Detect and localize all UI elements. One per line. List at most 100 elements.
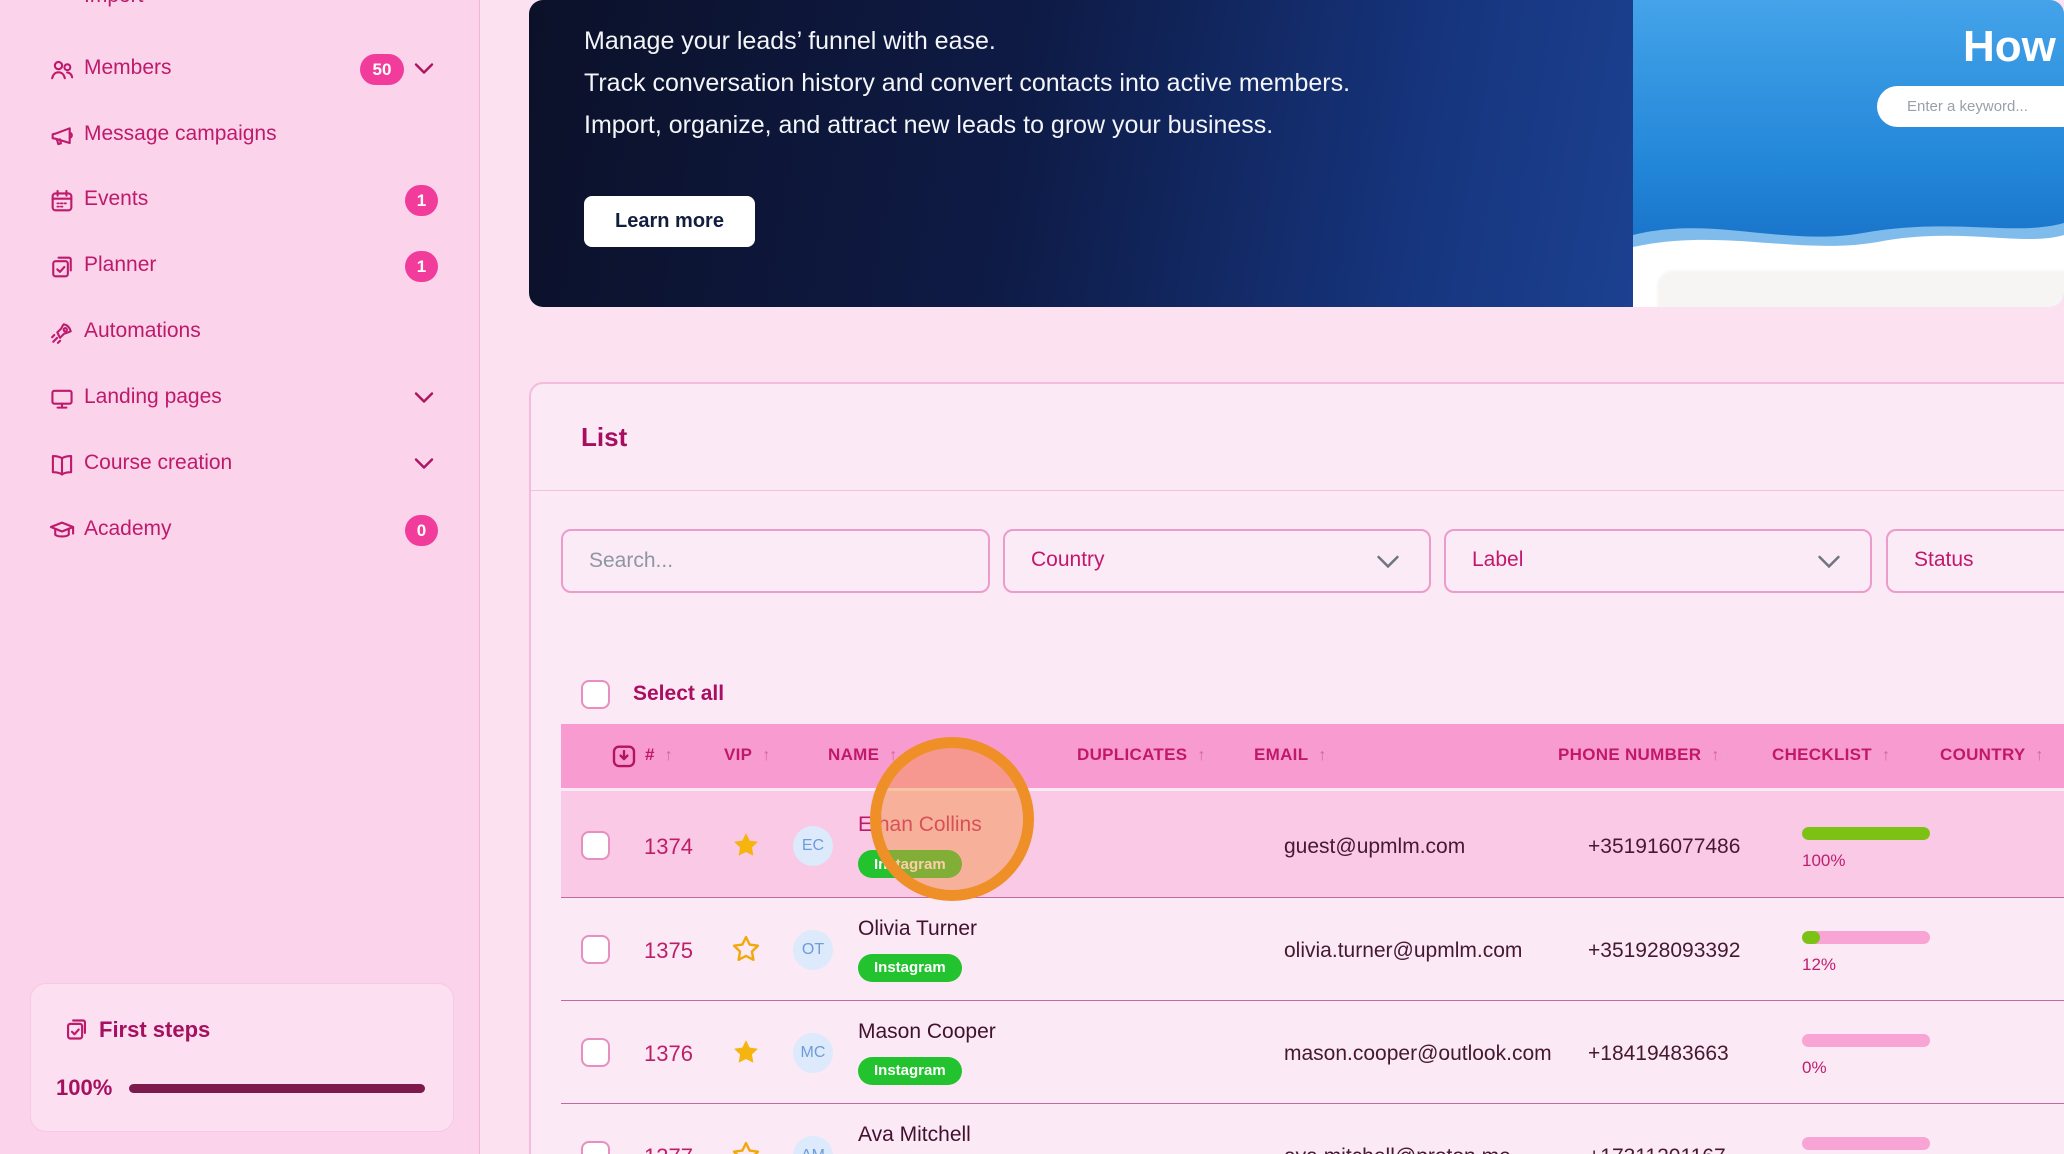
monitor-icon	[48, 385, 76, 413]
column-label: #	[645, 745, 655, 764]
contact-phone: +17311201167	[1588, 1145, 1726, 1154]
column-header-country[interactable]: COUNTRY ↑↓	[1940, 745, 2046, 765]
column-header-phone[interactable]: PHONE NUMBER ↑↓	[1558, 745, 1721, 765]
sidebar-item-course-creation[interactable]: Course creation	[0, 442, 479, 488]
checklist-progress-bar	[1802, 827, 1930, 840]
contact-phone: +351928093392	[1588, 939, 1740, 963]
checklist-progress-bar	[1802, 931, 1930, 944]
sidebar-item-members[interactable]: Members50	[0, 47, 479, 93]
column-header-vip[interactable]: VIP ↑↓	[724, 745, 772, 765]
sidebar-item-label: Events	[84, 187, 148, 211]
clipboard-check-icon	[63, 1016, 90, 1043]
sidebar-item-label: Members	[84, 56, 172, 80]
contact-email: guest@upmlm.com	[1284, 835, 1465, 859]
vip-star-outline-icon[interactable]	[729, 932, 763, 966]
checklist-percent: 100%	[1802, 851, 1845, 871]
vip-star-filled-icon[interactable]	[729, 828, 763, 862]
sidebar-item-planner[interactable]: Planner1	[0, 244, 479, 290]
promo-banner-text-panel: Manage your leads’ funnel with ease. Tra…	[529, 0, 1633, 307]
sort-icon[interactable]: ↑↓	[762, 747, 772, 764]
select-all-checkbox[interactable]	[581, 680, 610, 709]
sort-icon[interactable]: ↑↓	[1318, 747, 1328, 764]
contact-phone: +351916077486	[1588, 835, 1740, 859]
sort-icon[interactable]: ↑↓	[1197, 747, 1207, 764]
sidebar-item-label: Landing pages	[84, 385, 222, 409]
table-row[interactable]: 1375OTOlivia TurnerInstagramolivia.turne…	[561, 898, 2064, 1001]
row-checkbox[interactable]	[581, 1038, 610, 1067]
table-row[interactable]: 1376 MC Mason Cooper Instagram mason.cooper@…	[561, 1001, 2064, 1104]
banner-line: Import, organize, and attract new leads …	[584, 111, 1273, 140]
helpcenter-heading: How C	[1963, 22, 2064, 72]
select-all-label: Select all	[633, 682, 724, 706]
divider	[531, 490, 2064, 491]
table-row[interactable]: 1377AMAva MitchellInstagramava.mitchell@…	[561, 1104, 2064, 1154]
count-badge: 0	[405, 515, 438, 546]
learn-more-button[interactable]: Learn more	[584, 196, 755, 247]
column-header-checklist[interactable]: CHECKLIST↑↓	[1772, 745, 1892, 765]
checklist-progress-bar	[1802, 1034, 1930, 1047]
count-badge: 1	[405, 251, 438, 282]
list-title: List	[581, 422, 627, 453]
avatar: MC	[793, 1033, 833, 1073]
graduation-cap-icon	[48, 517, 76, 545]
contact-email: mason.cooper@outlook.com	[1284, 1042, 1552, 1066]
sidebar-item-import[interactable]: Import	[84, 0, 144, 8]
keyword-search-pill: Enter a keyword...	[1877, 86, 2064, 127]
contact-name[interactable]: Ethan Collins	[858, 813, 982, 837]
contact-name[interactable]: Mason Cooper	[858, 1020, 996, 1044]
country-dropdown[interactable]: Country	[1003, 529, 1431, 593]
table-row[interactable]: 1374ECEthan CollinsInstagramguest@upmlm.…	[561, 788, 2064, 898]
calendar-icon	[48, 187, 76, 215]
column-header-id[interactable]: # ↑↓	[645, 745, 675, 765]
column-label: EMAIL	[1254, 745, 1308, 764]
sidebar-item-label: Automations	[84, 319, 201, 343]
column-header-name[interactable]: NAME↑↓	[828, 745, 899, 765]
row-id: 1376	[644, 1041, 693, 1067]
clipboard-check-icon	[48, 253, 76, 281]
status-dropdown[interactable]: Status	[1886, 529, 2064, 593]
sort-icon[interactable]: ↑↓	[1882, 747, 1892, 764]
row-checkbox[interactable]	[581, 831, 610, 860]
vip-star-filled-icon[interactable]	[729, 1035, 763, 1069]
contact-name[interactable]: Olivia Turner	[858, 917, 977, 941]
sidebar-item-landing-pages[interactable]: Landing pages	[0, 376, 479, 422]
sidebar-item-academy[interactable]: Academy 0	[0, 508, 479, 554]
column-label: COUNTRY	[1940, 745, 2026, 764]
contact-name[interactable]: Ava Mitchell	[858, 1123, 971, 1147]
channel-badge: Instagram	[858, 1057, 962, 1085]
sidebar-item-label: Academy	[84, 517, 172, 541]
column-header-email[interactable]: EMAIL ↑↓	[1254, 745, 1328, 765]
avatar: AM	[793, 1136, 833, 1154]
search-input[interactable]	[561, 529, 990, 593]
sort-icon[interactable]: ↑↓	[889, 747, 899, 764]
sort-icon[interactable]: ↑↓	[2036, 747, 2046, 764]
sidebar: Import Members50Message campaignsEvents1…	[0, 0, 480, 1154]
chevron-down-icon[interactable]	[414, 457, 434, 471]
helpcenter-preview-image: How C Enter a keyword...	[1633, 0, 2064, 307]
megaphone-icon	[48, 122, 76, 150]
column-label: VIP	[724, 745, 752, 764]
first-steps-card[interactable]: First steps 100%	[30, 983, 454, 1132]
column-header-duplicates[interactable]: DUPLICATES ↑↓	[1077, 745, 1207, 765]
row-checkbox[interactable]	[581, 935, 610, 964]
column-label: PHONE NUMBER	[1558, 745, 1701, 764]
sidebar-item-message-campaigns[interactable]: Message campaigns	[0, 113, 479, 159]
avatar: OT	[793, 930, 833, 970]
chevron-down-icon[interactable]	[414, 391, 434, 405]
column-label: DUPLICATES	[1077, 745, 1187, 764]
row-checkbox[interactable]	[581, 1141, 610, 1154]
chevron-down-icon	[1377, 555, 1399, 570]
label-dropdown[interactable]: Label	[1444, 529, 1872, 593]
sidebar-item-automations[interactable]: Automations	[0, 310, 479, 356]
preview-card	[1658, 272, 2064, 307]
vip-star-outline-icon[interactable]	[729, 1138, 763, 1154]
chevron-down-icon[interactable]	[414, 62, 434, 76]
banner-line: Manage your leads’ funnel with ease.	[584, 27, 996, 56]
rocket-icon	[48, 319, 76, 347]
checklist-progress-bar	[1802, 1137, 1930, 1150]
import-export-icon[interactable]	[609, 741, 639, 771]
users-icon	[48, 56, 76, 84]
sidebar-item-events[interactable]: Events1	[0, 178, 479, 224]
sort-icon[interactable]: ↑↓	[1711, 747, 1721, 764]
sort-icon[interactable]: ↑↓	[665, 747, 675, 764]
